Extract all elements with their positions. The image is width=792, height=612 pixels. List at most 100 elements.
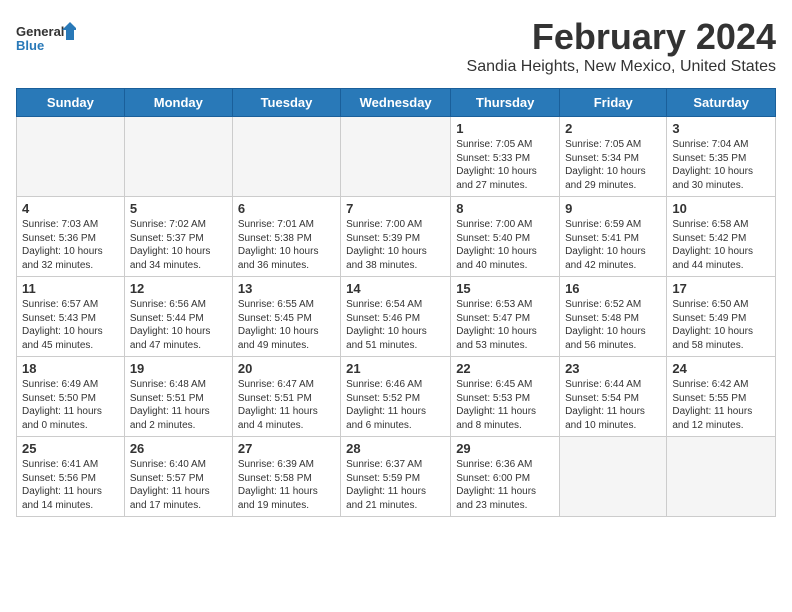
calendar-cell: 28 Sunrise: 6:37 AM Sunset: 5:59 PM Dayli… [341, 437, 451, 517]
calendar-cell: 26 Sunrise: 6:40 AM Sunset: 5:57 PM Dayli… [124, 437, 232, 517]
day-info: Sunrise: 6:49 AM Sunset: 5:50 PM Dayligh… [22, 378, 119, 432]
day-number: 4 [22, 201, 119, 216]
logo-svg: General Blue [16, 20, 76, 60]
calendar-week-4: 18 Sunrise: 6:49 AM Sunset: 5:50 PM Dayli… [17, 357, 776, 437]
calendar-week-3: 11Sunrise: 6:57 AM Sunset: 5:43 PM Dayli… [17, 277, 776, 357]
calendar-cell: 21 Sunrise: 6:46 AM Sunset: 5:52 PM Dayli… [341, 357, 451, 437]
day-number: 7 [346, 201, 445, 216]
day-info: Sunrise: 6:56 AM Sunset: 5:44 PM Dayligh… [130, 298, 227, 352]
calendar-cell: 12 Sunrise: 6:56 AM Sunset: 5:44 PM Dayli… [124, 277, 232, 357]
day-number: 28 [346, 441, 445, 456]
day-number: 13 [238, 281, 335, 296]
calendar-cell: 17Sunrise: 6:50 AM Sunset: 5:49 PM Dayli… [667, 277, 776, 357]
day-info: Sunrise: 7:00 AM Sunset: 5:39 PM Dayligh… [346, 218, 445, 272]
day-info: Sunrise: 6:59 AM Sunset: 5:41 PM Dayligh… [565, 218, 661, 272]
calendar-cell: 7 Sunrise: 7:00 AM Sunset: 5:39 PM Daylig… [341, 197, 451, 277]
calendar-cell [560, 437, 667, 517]
calendar-cell: 18 Sunrise: 6:49 AM Sunset: 5:50 PM Dayli… [17, 357, 125, 437]
calendar-cell: 6 Sunrise: 7:01 AM Sunset: 5:38 PM Daylig… [232, 197, 340, 277]
day-info: Sunrise: 6:46 AM Sunset: 5:52 PM Dayligh… [346, 378, 445, 432]
day-number: 15 [456, 281, 554, 296]
calendar-cell: 11Sunrise: 6:57 AM Sunset: 5:43 PM Dayli… [17, 277, 125, 357]
calendar-cell: 27Sunrise: 6:39 AM Sunset: 5:58 PM Dayli… [232, 437, 340, 517]
day-info: Sunrise: 6:53 AM Sunset: 5:47 PM Dayligh… [456, 298, 554, 352]
day-info: Sunrise: 6:54 AM Sunset: 5:46 PM Dayligh… [346, 298, 445, 352]
svg-text:Blue: Blue [16, 38, 44, 53]
calendar-cell [124, 117, 232, 197]
day-info: Sunrise: 6:41 AM Sunset: 5:56 PM Dayligh… [22, 458, 119, 512]
calendar-cell: 20 Sunrise: 6:47 AM Sunset: 5:51 PM Dayli… [232, 357, 340, 437]
day-info: Sunrise: 6:52 AM Sunset: 5:48 PM Dayligh… [565, 298, 661, 352]
day-number: 24 [672, 361, 770, 376]
calendar-cell: 22 Sunrise: 6:45 AM Sunset: 5:53 PM Dayli… [451, 357, 560, 437]
day-info: Sunrise: 7:05 AM Sunset: 5:34 PM Dayligh… [565, 138, 661, 192]
day-number: 2 [565, 121, 661, 136]
day-number: 12 [130, 281, 227, 296]
calendar-subtitle: Sandia Heights, New Mexico, United State… [467, 58, 776, 76]
svg-text:General: General [16, 24, 64, 39]
day-info: Sunrise: 6:40 AM Sunset: 5:57 PM Dayligh… [130, 458, 227, 512]
day-number: 27 [238, 441, 335, 456]
calendar-cell: 15 Sunrise: 6:53 AM Sunset: 5:47 PM Dayli… [451, 277, 560, 357]
calendar-cell: 10Sunrise: 6:58 AM Sunset: 5:42 PM Dayli… [667, 197, 776, 277]
day-header-wednesday: Wednesday [341, 89, 451, 117]
calendar-cell: 13Sunrise: 6:55 AM Sunset: 5:45 PM Dayli… [232, 277, 340, 357]
day-number: 21 [346, 361, 445, 376]
day-header-sunday: Sunday [17, 89, 125, 117]
calendar-cell [667, 437, 776, 517]
day-info: Sunrise: 7:00 AM Sunset: 5:40 PM Dayligh… [456, 218, 554, 272]
day-info: Sunrise: 7:05 AM Sunset: 5:33 PM Dayligh… [456, 138, 554, 192]
calendar-cell [232, 117, 340, 197]
day-number: 16 [565, 281, 661, 296]
day-number: 11 [22, 281, 119, 296]
calendar-cell: 8 Sunrise: 7:00 AM Sunset: 5:40 PM Daylig… [451, 197, 560, 277]
calendar-week-2: 4 Sunrise: 7:03 AM Sunset: 5:36 PM Daylig… [17, 197, 776, 277]
calendar-title: February 2024 [467, 16, 776, 58]
day-info: Sunrise: 6:37 AM Sunset: 5:59 PM Dayligh… [346, 458, 445, 512]
day-number: 9 [565, 201, 661, 216]
calendar-cell: 3 Sunrise: 7:04 AM Sunset: 5:35 PM Daylig… [667, 117, 776, 197]
calendar-cell: 25 Sunrise: 6:41 AM Sunset: 5:56 PM Dayli… [17, 437, 125, 517]
day-number: 26 [130, 441, 227, 456]
day-number: 6 [238, 201, 335, 216]
day-header-friday: Friday [560, 89, 667, 117]
day-number: 22 [456, 361, 554, 376]
calendar-week-1: 1Sunrise: 7:05 AM Sunset: 5:33 PM Daylig… [17, 117, 776, 197]
day-info: Sunrise: 7:03 AM Sunset: 5:36 PM Dayligh… [22, 218, 119, 272]
calendar-cell: 29Sunrise: 6:36 AM Sunset: 6:00 PM Dayli… [451, 437, 560, 517]
calendar-cell: 16 Sunrise: 6:52 AM Sunset: 5:48 PM Dayli… [560, 277, 667, 357]
day-number: 5 [130, 201, 227, 216]
calendar-cell: 23Sunrise: 6:44 AM Sunset: 5:54 PM Dayli… [560, 357, 667, 437]
calendar-header-row: SundayMondayTuesdayWednesdayThursdayFrid… [17, 89, 776, 117]
calendar-cell: 2 Sunrise: 7:05 AM Sunset: 5:34 PM Daylig… [560, 117, 667, 197]
calendar-cell: 9 Sunrise: 6:59 AM Sunset: 5:41 PM Daylig… [560, 197, 667, 277]
day-info: Sunrise: 6:45 AM Sunset: 5:53 PM Dayligh… [456, 378, 554, 432]
day-info: Sunrise: 7:04 AM Sunset: 5:35 PM Dayligh… [672, 138, 770, 192]
day-info: Sunrise: 6:44 AM Sunset: 5:54 PM Dayligh… [565, 378, 661, 432]
calendar-table: SundayMondayTuesdayWednesdayThursdayFrid… [16, 88, 776, 517]
calendar-cell: 1Sunrise: 7:05 AM Sunset: 5:33 PM Daylig… [451, 117, 560, 197]
calendar-week-5: 25 Sunrise: 6:41 AM Sunset: 5:56 PM Dayli… [17, 437, 776, 517]
calendar-cell: 5 Sunrise: 7:02 AM Sunset: 5:37 PM Daylig… [124, 197, 232, 277]
day-info: Sunrise: 7:02 AM Sunset: 5:37 PM Dayligh… [130, 218, 227, 272]
day-number: 18 [22, 361, 119, 376]
calendar-cell: 14 Sunrise: 6:54 AM Sunset: 5:46 PM Dayli… [341, 277, 451, 357]
day-number: 3 [672, 121, 770, 136]
day-header-monday: Monday [124, 89, 232, 117]
day-info: Sunrise: 6:48 AM Sunset: 5:51 PM Dayligh… [130, 378, 227, 432]
calendar-header: February 2024 Sandia Heights, New Mexico… [467, 16, 776, 76]
day-info: Sunrise: 7:01 AM Sunset: 5:38 PM Dayligh… [238, 218, 335, 272]
day-number: 20 [238, 361, 335, 376]
day-number: 14 [346, 281, 445, 296]
calendar-cell [17, 117, 125, 197]
day-number: 29 [456, 441, 554, 456]
day-info: Sunrise: 6:50 AM Sunset: 5:49 PM Dayligh… [672, 298, 770, 352]
calendar-cell: 24 Sunrise: 6:42 AM Sunset: 5:55 PM Dayli… [667, 357, 776, 437]
day-info: Sunrise: 6:42 AM Sunset: 5:55 PM Dayligh… [672, 378, 770, 432]
day-info: Sunrise: 6:47 AM Sunset: 5:51 PM Dayligh… [238, 378, 335, 432]
day-number: 10 [672, 201, 770, 216]
day-number: 8 [456, 201, 554, 216]
logo: General Blue [16, 20, 76, 60]
calendar-cell [341, 117, 451, 197]
day-number: 25 [22, 441, 119, 456]
